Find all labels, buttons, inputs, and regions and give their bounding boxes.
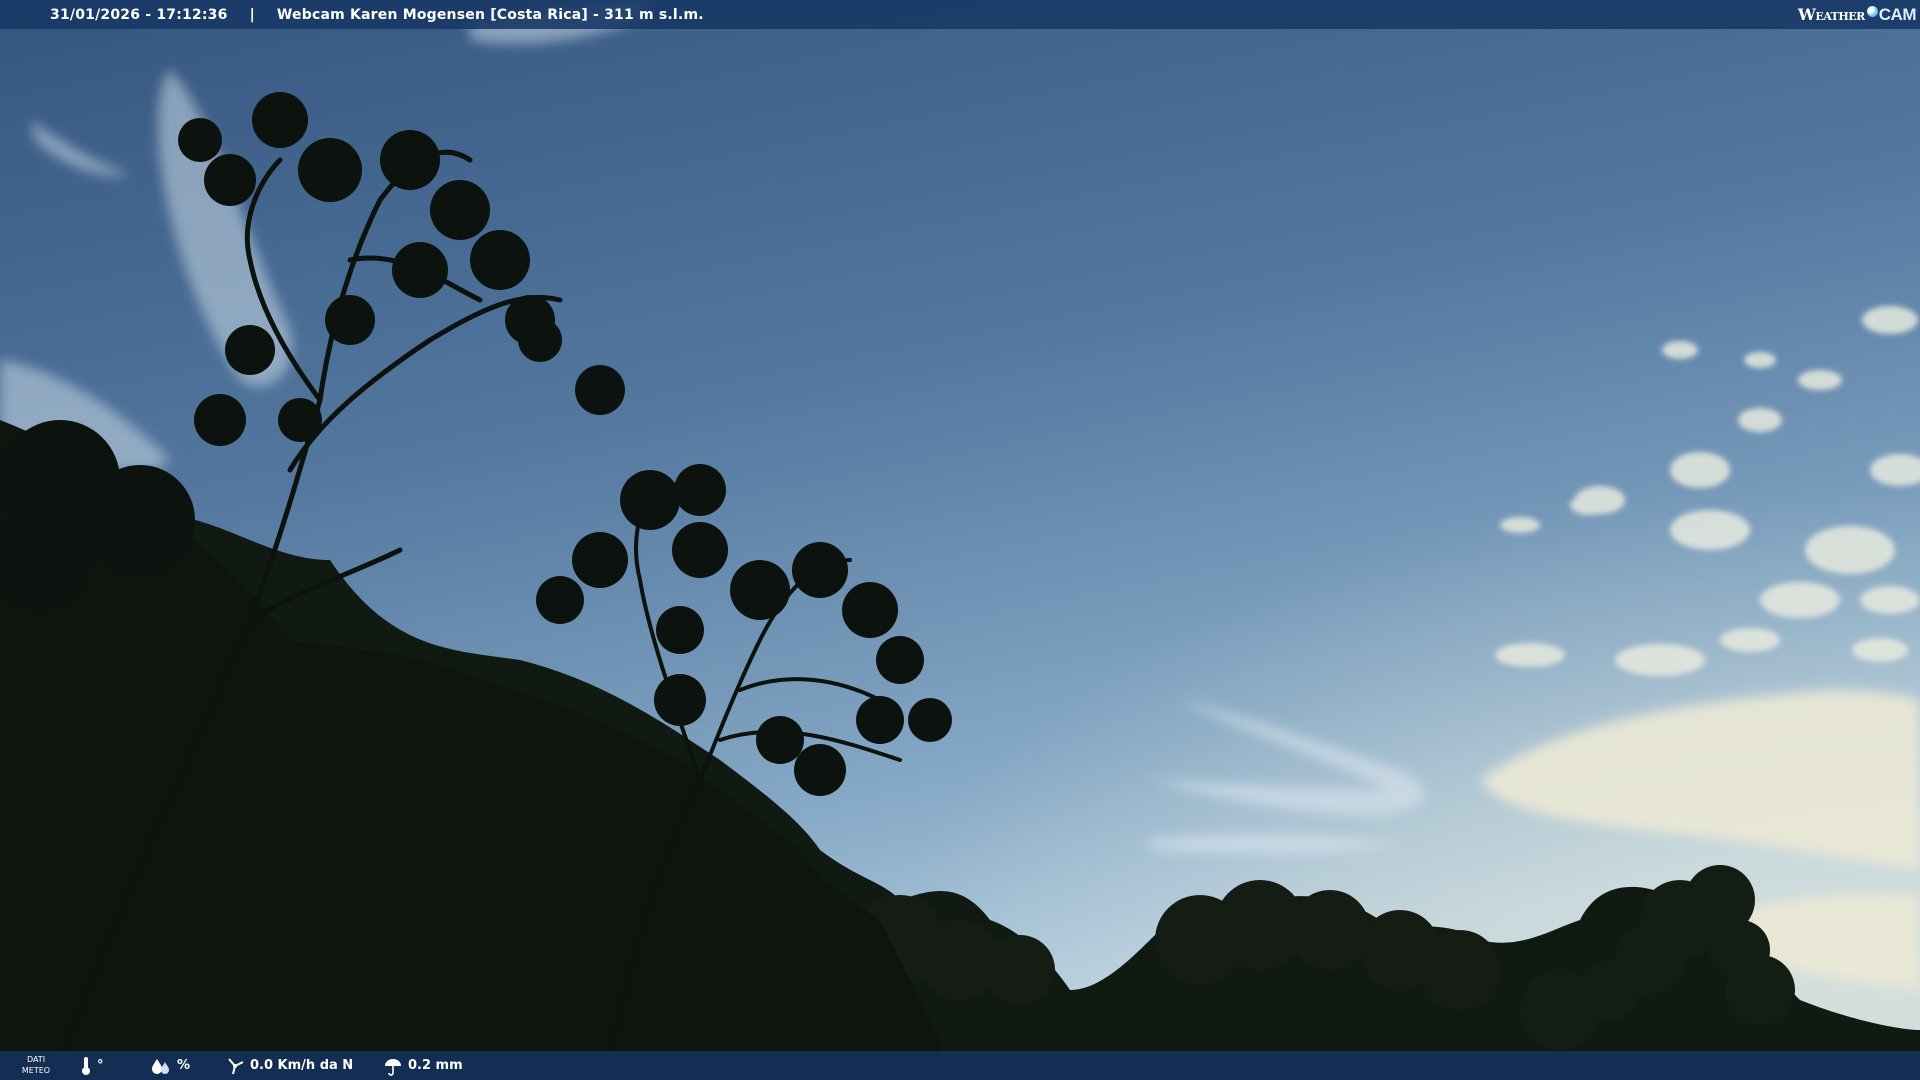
globe-icon [1866,6,1878,17]
humidity-value: % [177,1058,191,1073]
webcam-image [0,0,1920,1080]
rain-icon [385,1058,401,1076]
rain-readout: 0.2 mm [383,1051,463,1080]
top-info-bar: 31/01/2026 - 17:12:36 | Webcam Karen Mog… [0,0,1920,29]
dati-meteo-label: DATI METEO [21,1055,51,1075]
separator: | [249,6,255,23]
weather-data-bar: DATI METEO ° % 0.0 Km/h da N 0.2 mm [0,1051,1920,1080]
wind-value: 0.0 Km/h da N [250,1058,354,1073]
humidity-icon [152,1058,169,1074]
webcam-title: Webcam Karen Mogensen [Costa Rica] - 311… [276,6,704,23]
temperature-value: ° [97,1058,104,1073]
caption: 31/01/2026 - 17:12:36 | Webcam Karen Mog… [50,0,704,29]
wind-readout: 0.0 Km/h da N [225,1051,353,1080]
logo-cam-text: CAM [1878,4,1917,24]
rain-value: 0.2 mm [408,1058,463,1073]
wind-icon [228,1057,244,1074]
timestamp: 31/01/2026 - 17:12:36 [50,6,228,23]
weathercam-logo: Weather CAM [1797,0,1917,29]
temperature-readout: ° [80,1051,104,1080]
logo-weather-text: Weather [1797,5,1865,24]
thermometer-icon [82,1056,90,1075]
humidity-readout: % [150,1051,190,1080]
